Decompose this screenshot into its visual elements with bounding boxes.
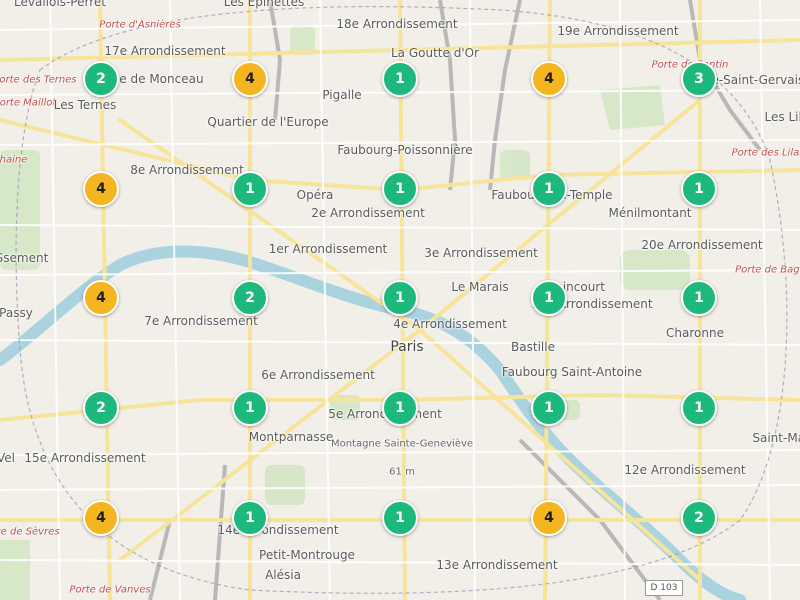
cluster-marker[interactable]: 2 [83,390,119,426]
map-place-label: Paris [390,339,424,355]
cluster-marker[interactable]: 1 [531,390,567,426]
cluster-marker[interactable]: 1 [531,171,567,207]
map-place-label: 13e Arrondissement [436,558,558,572]
map-place-label: 4e Arrondissement [393,317,507,331]
map-place-label: Passy [0,306,33,320]
map-place-label: 8e Arrondissement [130,163,244,177]
map-place-label: 15e Arrondissement [24,451,146,465]
map-place-label: Vel [0,451,15,465]
cluster-marker[interactable]: 1 [531,280,567,316]
map-place-label: Montparnasse [248,430,334,444]
map-place-label: Chaine [0,154,28,166]
map-place-label: 12e Arrondissement [624,463,746,477]
cluster-marker[interactable]: 2 [232,280,268,316]
map-place-label: 2e Arrondissement [311,206,425,220]
map-place-label: Montagne Sainte-Geneviève [330,438,474,450]
cluster-marker[interactable]: 4 [83,500,119,536]
map-place-label: Les Lilas [764,110,800,124]
map-place-label: 17e Arrondissement [104,44,226,58]
map-place-label: Levallois-Perret [14,0,106,9]
map-place-label: Charonne [666,326,724,340]
map-place-label: 1er Arrondissement [268,242,388,256]
cluster-marker[interactable]: 4 [83,280,119,316]
map-place-label: Ssement [0,251,49,265]
map-place-label: Quartier de l'Europe [207,115,329,129]
cluster-marker[interactable]: 1 [232,171,268,207]
map-place-label: 20e Arrondissement [641,238,763,252]
cluster-marker[interactable]: 1 [382,500,418,536]
map-place-label: Porte d'Asnières [99,19,181,31]
cluster-marker[interactable]: 1 [382,61,418,97]
map-place-label: 7e Arrondissement [144,314,258,328]
map-place-label: Porte des Lilas [731,147,800,159]
cluster-marker[interactable]: 1 [382,171,418,207]
cluster-marker[interactable]: 1 [681,390,717,426]
map-place-label: Faubourg Saint-Antoine [501,365,643,379]
cluster-marker[interactable]: 1 [382,280,418,316]
cluster-marker[interactable]: 2 [681,500,717,536]
map-place-label: Pigalle [322,88,362,102]
map-place-label: Porte de Sèvres [0,526,60,538]
map-place-label: Le Marais [451,280,509,294]
cluster-marker[interactable]: 1 [681,280,717,316]
map-place-label: Alésia [265,568,301,582]
map-place-label: 3e Arrondissement [424,246,538,260]
cluster-marker[interactable]: 1 [382,390,418,426]
map-place-label: Petit-Montrouge [259,548,355,562]
map-place-label: 19e Arrondissement [557,24,679,38]
map-place-label: Porte de Vanves [69,584,151,596]
cluster-marker[interactable]: 4 [531,500,567,536]
cluster-marker[interactable]: 2 [83,61,119,97]
map-canvas[interactable]: Levallois-Perret Les Epinettes Porte d'Asn… [0,0,800,600]
map-place-label: Ménilmontant [608,206,692,220]
cluster-marker[interactable]: 4 [83,171,119,207]
map-place-label: Les Epinettes [223,0,305,9]
map-place-label: Les Ternes [53,98,117,112]
cluster-marker[interactable]: 1 [681,171,717,207]
map-place-label: La Goutte d'Or [390,46,480,60]
cluster-marker[interactable]: 3 [681,61,717,97]
map-place-label: 18e Arrondissement [336,17,458,31]
map-place-label: 61 m [389,466,415,478]
cluster-marker[interactable]: 1 [232,390,268,426]
road-shield-d103: D 103 [645,580,683,596]
map-place-label: Opéra [296,188,334,202]
map-place-label: Porte des Ternes [0,74,77,86]
map-place-label: Porte Maillot [0,97,57,109]
map-place-label: Saint-Mandé [752,431,800,445]
map-place-label: Porte de Bagnolet [735,264,800,276]
map-place-label: 6e Arrondissement [261,368,375,382]
cluster-marker[interactable]: 4 [531,61,567,97]
map-place-label: Faubourg-Poissonnière [337,143,473,157]
cluster-marker[interactable]: 1 [232,500,268,536]
map-place-label: Bastille [511,340,555,354]
cluster-marker[interactable]: 4 [232,61,268,97]
